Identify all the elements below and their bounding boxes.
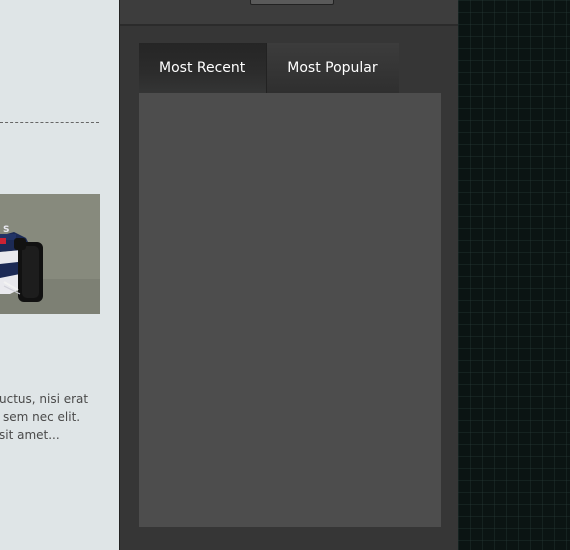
sidebar-widget-panel: Most Recent Most Popular — [119, 0, 458, 550]
grid-background — [458, 0, 570, 550]
tab-most-recent[interactable]: Most Recent — [139, 43, 267, 93]
excerpt-line: sit amet... — [0, 428, 60, 442]
post-thumbnail-image[interactable]: S — [0, 194, 100, 314]
widget-tabs: Most Recent Most Popular — [139, 43, 399, 93]
panel-top-bar — [120, 0, 458, 26]
tab-label: Most Popular — [287, 60, 378, 76]
post-excerpt: uctus, nisi erat sem nec elit. sit amet.… — [0, 390, 99, 444]
excerpt-line: uctus, nisi erat — [0, 392, 89, 406]
tab-most-popular[interactable]: Most Popular — [266, 43, 399, 93]
left-content-column: S uctus, nisi erat sem nec elit. sit ame… — [0, 0, 119, 550]
svg-text:S: S — [3, 225, 9, 235]
race-car-illustration: S — [0, 194, 100, 314]
excerpt-line: sem nec elit. — [3, 410, 81, 424]
tab-content-area — [139, 93, 441, 527]
dashed-divider — [0, 122, 99, 123]
top-bar-button[interactable] — [250, 0, 334, 5]
tab-label: Most Recent — [159, 60, 246, 76]
